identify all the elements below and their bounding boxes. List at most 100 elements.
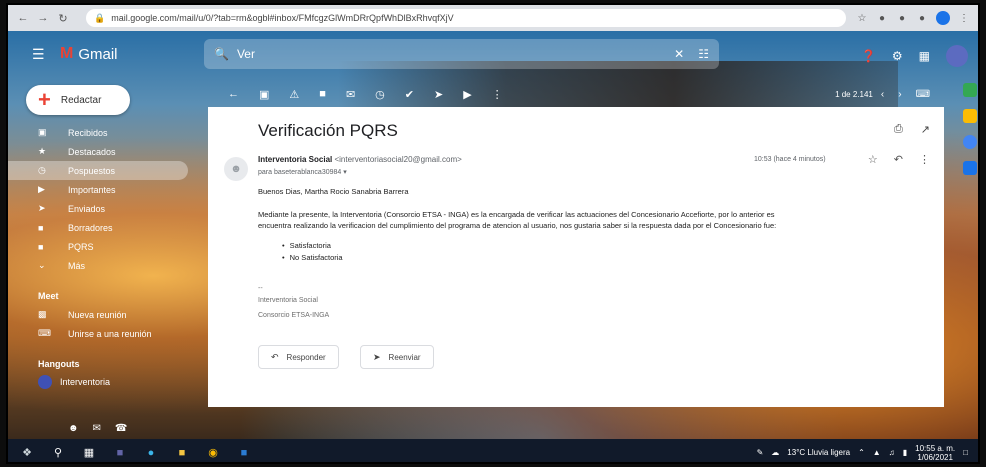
recipient-text: para baseterablanca30984 — [258, 169, 342, 176]
label-icon: ■ — [38, 241, 44, 252]
sidebar-item-pqrs[interactable]: ■ PQRS — [8, 237, 188, 256]
sidebar-item-label: Destacados — [68, 146, 116, 157]
help-icon[interactable]: ❓ — [861, 49, 876, 63]
hangouts-user[interactable]: Interventoria — [8, 373, 198, 391]
forward-label: Reenviar — [388, 352, 421, 362]
chrome-icon[interactable]: ◉ — [206, 446, 220, 460]
person-icon[interactable]: ☻ — [68, 423, 79, 434]
browser-toolbar: ← → ↻ 🔒 mail.google.com/mail/u/0/?tab=rm… — [8, 5, 978, 31]
clear-search-icon[interactable]: ✕ — [674, 47, 684, 61]
kebab-menu-icon[interactable]: ⋮ — [958, 12, 970, 24]
snooze-icon[interactable]: ◷ — [375, 88, 385, 101]
sidebar-item-starred[interactable]: ★ Destacados — [8, 142, 188, 161]
apps-grid-icon[interactable]: ▦ — [919, 49, 930, 63]
join-meeting-item[interactable]: ⌨ Unirse a una reunión — [8, 324, 188, 343]
forward-icon: ➤ — [373, 351, 381, 362]
sidebar-item-label: Pospuestos — [68, 165, 116, 176]
forward-icon[interactable]: → — [36, 11, 50, 25]
word-icon[interactable]: ■ — [237, 446, 251, 460]
more-vert-icon[interactable]: ⋮ — [919, 153, 930, 166]
chevron-down-icon: ⌄ — [38, 260, 46, 270]
options-list: Satisfactoria No Satisfactoria — [282, 241, 343, 265]
search-icon[interactable]: 🔍 — [214, 47, 229, 61]
windows-taskbar: ❖ ⚲ ▦ ■ ● ■ ◉ ■ ✎ ☁ 13°C Lluvia ligera ⌃… — [8, 439, 978, 462]
list-item: No Satisfactoria — [282, 253, 343, 265]
phone-icon[interactable]: ☎ — [115, 423, 127, 434]
pen-icon[interactable]: ✎ — [757, 448, 764, 457]
bookmark-star-icon[interactable]: ☆ — [856, 12, 868, 24]
keep-addon-icon[interactable] — [963, 109, 977, 123]
print-icon[interactable]: ⎙ — [894, 123, 903, 136]
next-page-icon[interactable]: › — [898, 89, 901, 100]
hamburger-menu-icon[interactable]: ☰ — [32, 46, 48, 63]
reply-button[interactable]: ↶ Responder — [258, 345, 339, 369]
weather-icon[interactable]: ☁ — [771, 448, 779, 457]
sidebar-item-sent[interactable]: ➤ Enviados — [8, 199, 188, 218]
contacts-addon-icon[interactable] — [963, 161, 977, 175]
back-icon[interactable]: ← — [16, 11, 30, 25]
add-task-icon[interactable]: ✔ — [405, 88, 414, 101]
delete-icon[interactable]: ■ — [319, 88, 326, 100]
compose-button[interactable]: + Redactar — [26, 85, 130, 115]
sidebar-item-inbox[interactable]: ▣ Recibidos — [8, 123, 188, 142]
settings-gear-icon[interactable]: ⚙ — [892, 49, 903, 63]
plus-icon: + — [38, 87, 51, 112]
label-icon: ▶ — [38, 184, 45, 194]
move-to-icon[interactable]: ➤ — [434, 88, 443, 101]
reload-icon[interactable]: ↻ — [56, 11, 70, 25]
body-paragraph: Mediante la presente, la Interventoria (… — [258, 210, 775, 219]
notifications-icon[interactable]: □ — [963, 448, 968, 457]
edge-icon[interactable]: ● — [144, 446, 158, 460]
battery-icon[interactable]: ▮ — [903, 448, 907, 457]
tasks-addon-icon[interactable] — [963, 135, 977, 149]
extension-icon[interactable]: ● — [896, 12, 908, 24]
reply-icon[interactable]: ↶ — [894, 153, 903, 166]
report-spam-icon[interactable]: ⚠ — [289, 88, 299, 101]
recipient-line[interactable]: para baseterablanca30984 ▾ — [258, 168, 347, 176]
search-input[interactable]: Ver — [237, 47, 660, 61]
tray-chevron-icon[interactable]: ⌃ — [858, 448, 865, 457]
weather-text[interactable]: 13°C Lluvia ligera — [787, 448, 850, 457]
caret-down-icon[interactable]: ▾ — [343, 169, 347, 176]
windows-start-icon[interactable]: ❖ — [20, 446, 34, 460]
file-explorer-icon[interactable]: ■ — [175, 446, 189, 460]
open-new-window-icon[interactable]: ↗ — [921, 123, 930, 136]
search-options-icon[interactable]: ☷ — [698, 47, 709, 61]
address-bar[interactable]: 🔒 mail.google.com/mail/u/0/?tab=rm&ogbl#… — [86, 9, 846, 27]
send-icon: ➤ — [38, 203, 46, 213]
forward-button[interactable]: ➤ Reenviar — [360, 345, 434, 369]
sidebar-item-more[interactable]: ⌄ Más — [8, 256, 188, 275]
sidebar-item-snoozed[interactable]: ◷ Pospuestos — [8, 161, 188, 180]
sidebar-item-important[interactable]: ▶ Importantes — [8, 180, 188, 199]
sender-avatar: ☻ — [224, 157, 248, 181]
prev-page-icon[interactable]: ‹ — [881, 89, 884, 100]
taskbar-clock[interactable]: 10:55 a. m. 1/06/2021 — [915, 444, 955, 462]
mark-unread-icon[interactable]: ✉ — [346, 88, 355, 101]
signature-separator: -- — [258, 285, 263, 292]
extension-icon[interactable]: ● — [916, 12, 928, 24]
chat-icon[interactable]: ✉ — [93, 423, 101, 434]
keyboard-icon: ⌨ — [38, 328, 51, 338]
sidebar-item-drafts[interactable]: ■ Borradores — [8, 218, 188, 237]
search-bar[interactable]: 🔍 Ver ✕ ☷ — [204, 39, 719, 69]
teams-icon[interactable]: ■ — [113, 446, 127, 460]
extension-icon[interactable]: ● — [876, 12, 888, 24]
star-icon: ★ — [38, 146, 47, 156]
new-meeting-item[interactable]: ▩ Nueva reunión — [8, 305, 188, 324]
profile-avatar[interactable] — [936, 11, 950, 25]
task-view-icon[interactable]: ▦ — [82, 446, 96, 460]
archive-icon[interactable]: ▣ — [259, 88, 269, 101]
calendar-addon-icon[interactable] — [963, 83, 977, 97]
meet-item-label: Unirse a una reunión — [68, 328, 152, 339]
network-icon[interactable]: ▲ — [873, 448, 881, 457]
input-tools-icon[interactable]: ⌨ — [916, 89, 930, 100]
more-options-icon[interactable]: ⋮ — [492, 88, 503, 101]
labels-icon[interactable]: ▶ — [463, 88, 471, 101]
star-icon[interactable]: ☆ — [868, 153, 878, 166]
gmail-logo[interactable]: M Gmail — [60, 45, 118, 63]
volume-icon[interactable]: ♫ — [889, 448, 895, 457]
search-icon[interactable]: ⚲ — [51, 446, 65, 460]
account-avatar[interactable] — [946, 45, 968, 67]
back-to-inbox-icon[interactable]: ← — [228, 88, 239, 100]
meet-item-label: Nueva reunión — [68, 309, 127, 320]
